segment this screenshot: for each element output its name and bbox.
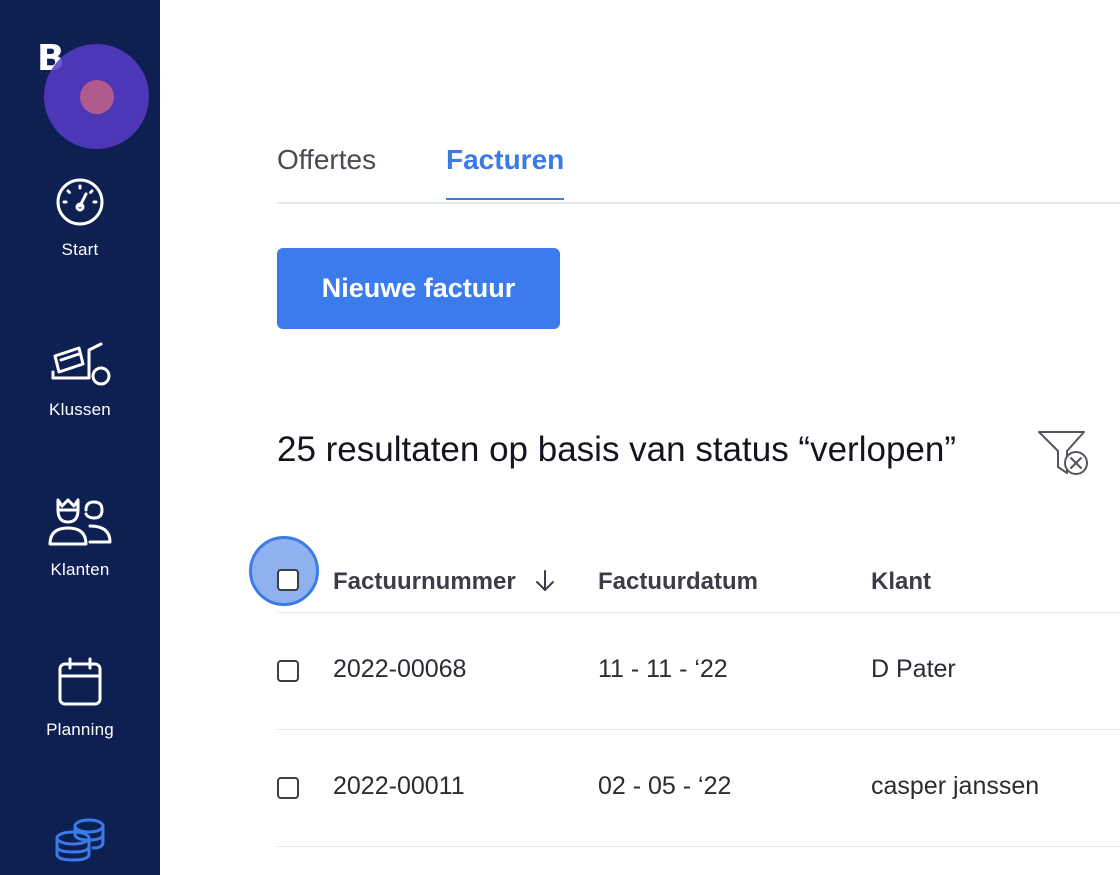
invoice-number: 2022-00011 [333,772,465,800]
invoice-date: 11 - 11 - ‘22 [598,655,728,683]
column-header-factuurnummer[interactable]: Factuurnummer [333,568,556,596]
table-header-row: Factuurnummer Factuurdatum Klant [249,536,1120,613]
clear-filter-icon[interactable] [1036,429,1092,479]
select-all-checkbox[interactable] [277,569,299,591]
invoice-date: 02 - 05 - ‘22 [598,772,732,800]
invoice-table: Factuurnummer Factuurdatum Klant 2022-00… [249,536,1120,847]
sidebar-item-klanten[interactable]: Klanten [0,496,160,580]
tab-bar: Offertes Facturen [277,140,1120,204]
column-header-factuurdatum[interactable]: Factuurdatum [598,568,758,596]
customers-icon [48,498,112,546]
table-row[interactable]: 2022-00011 02 - 05 - ‘22 casper janssen [277,730,1120,847]
sidebar-item-planning[interactable]: Planning [0,656,160,740]
tab-offertes[interactable]: Offertes [277,144,376,198]
cursor-dot [80,80,114,114]
sidebar-item-label: Klanten [50,560,110,579]
new-invoice-button[interactable]: Nieuwe factuur [277,248,560,329]
sidebar: B Start Klussen Klanten Planning [0,0,160,875]
tab-facturen[interactable]: Facturen [446,144,565,200]
cement-mixer-icon [51,342,111,386]
calendar-icon [58,657,102,706]
column-header-klant[interactable]: Klant [871,568,931,596]
sidebar-item-label: Planning [46,720,114,739]
results-summary: 25 resultaten op basis van status “verlo… [277,430,956,469]
sort-descending-icon[interactable] [534,569,556,593]
column-header-label: Factuurnummer [333,568,516,595]
row-checkbox[interactable] [277,777,299,799]
invoice-client: casper janssen [871,772,1040,800]
sidebar-item-label: Start [61,240,99,259]
dashboard-gauge-icon [56,178,104,226]
row-checkbox[interactable] [277,660,299,682]
invoice-number: 2022-00068 [333,655,467,683]
sidebar-item-label: Klussen [49,400,111,419]
coins-database-icon [55,818,105,862]
sidebar-item-klussen[interactable]: Klussen [0,336,160,420]
table-row[interactable]: 2022-00068 11 - 11 - ‘22 D Pater [277,613,1120,730]
sidebar-item-finance[interactable] [0,816,160,875]
invoice-client: D Pater [871,655,956,683]
sidebar-item-start[interactable]: Start [0,176,160,260]
